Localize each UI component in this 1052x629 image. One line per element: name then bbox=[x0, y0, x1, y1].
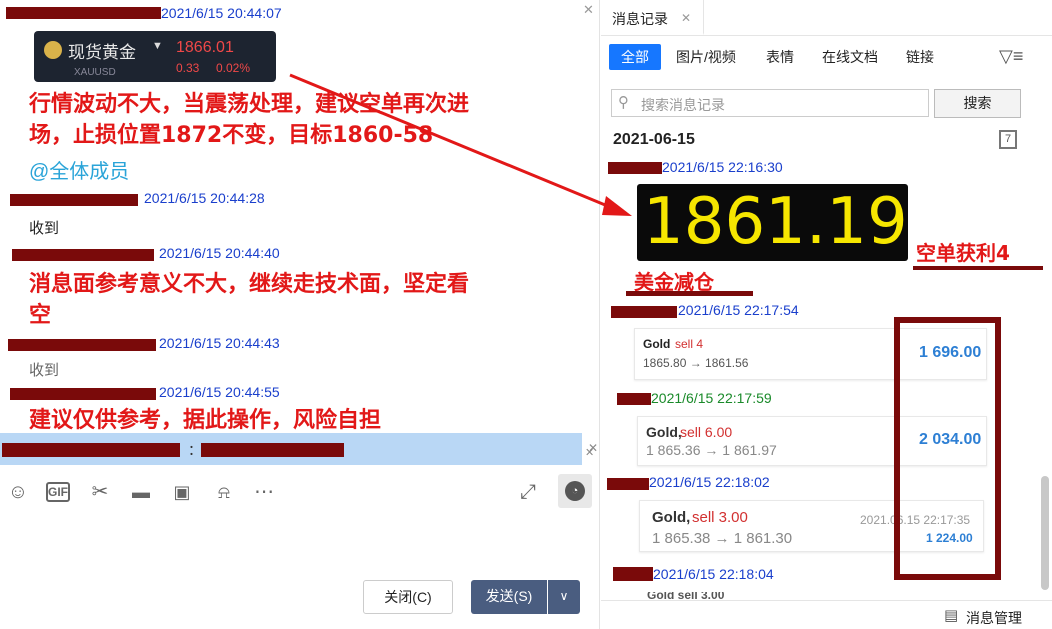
annotation-arrow bbox=[289, 73, 632, 216]
